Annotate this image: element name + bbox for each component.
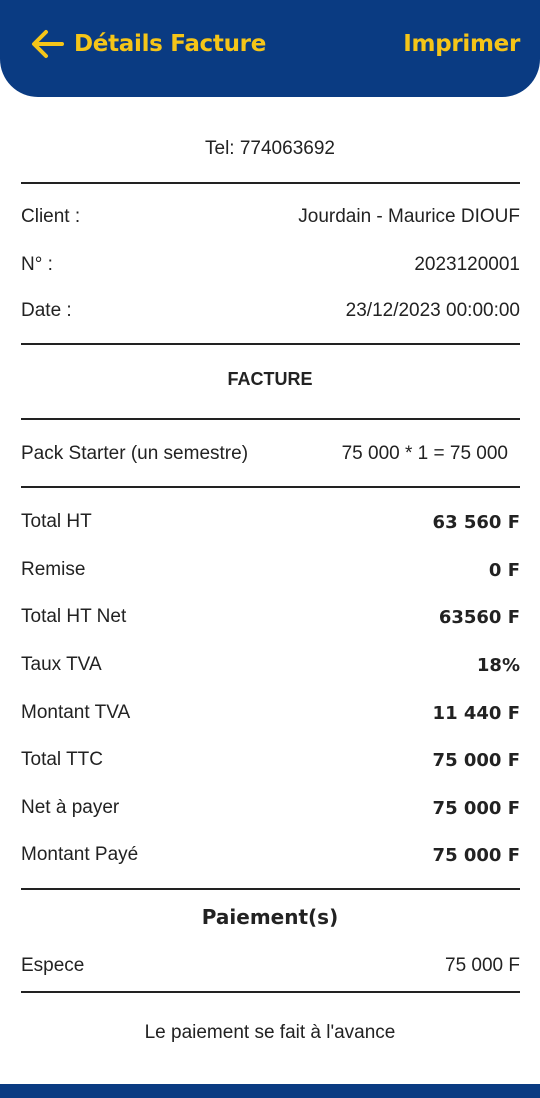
line-item-name: Pack Starter (un semestre) <box>21 443 249 464</box>
total-value: 0 F <box>488 559 520 581</box>
total-row: Net à payer 75 000 F <box>21 794 520 822</box>
total-value: 63 560 F <box>432 511 520 533</box>
date-label: Date : <box>21 300 72 321</box>
invoice-details-screen: Détails Facture Imprimer Tel: 774063692 … <box>0 0 540 1098</box>
payments-section-title: Paiement(s) <box>201 905 339 929</box>
client-value: Jourdain - Maurice DIOUF <box>298 206 520 227</box>
total-row: Montant TVA 11 440 F <box>21 699 520 727</box>
total-label: Total HT <box>21 511 92 532</box>
total-row: Taux TVA 18% <box>21 651 520 679</box>
total-value: 75 000 F <box>432 844 520 866</box>
divider <box>21 343 520 345</box>
print-button[interactable]: Imprimer <box>403 22 520 66</box>
payment-row: Espece 75 000 F <box>21 952 520 980</box>
divider <box>21 418 520 420</box>
total-label: Total TTC <box>21 749 104 770</box>
total-value: 11 440 F <box>432 702 520 724</box>
line-item-calc: 75 000 * 1 = 75 000 <box>341 443 508 464</box>
total-value: 63560 F <box>438 606 520 628</box>
number-row: N° : 2023120001 <box>21 251 520 279</box>
total-value: 18% <box>476 654 520 676</box>
total-label: Montant Payé <box>21 844 139 865</box>
total-value: 75 000 F <box>432 797 520 819</box>
divider <box>21 182 520 184</box>
date-row: Date : 23/12/2023 00:00:00 <box>21 297 520 325</box>
total-label: Taux TVA <box>21 654 102 675</box>
invoice-section-title: FACTURE <box>227 369 313 389</box>
total-label: Net à payer <box>21 797 120 818</box>
payment-note: Le paiement se fait à l'avance <box>144 1022 396 1043</box>
total-label: Total HT Net <box>21 606 127 627</box>
total-row: Total HT Net 63560 F <box>21 603 520 631</box>
total-label: Montant TVA <box>21 702 131 723</box>
total-value: 75 000 F <box>432 749 520 771</box>
total-row: Total HT 63 560 F <box>21 508 520 536</box>
client-row: Client : Jourdain - Maurice DIOUF <box>21 203 520 231</box>
number-value: 2023120001 <box>414 254 520 275</box>
divider <box>21 888 520 890</box>
total-row: Remise 0 F <box>21 556 520 584</box>
total-row: Montant Payé 75 000 F <box>21 841 520 869</box>
total-row: Total TTC 75 000 F <box>21 746 520 774</box>
divider <box>21 486 520 488</box>
total-label: Remise <box>21 559 86 580</box>
app-header: Détails Facture Imprimer <box>0 0 540 97</box>
payment-method: Espece <box>21 955 85 976</box>
number-label: N° : <box>21 254 53 275</box>
company-tel: Tel: 774063692 <box>205 138 335 159</box>
back-button[interactable]: Détails Facture <box>30 22 266 66</box>
client-label: Client : <box>21 206 81 227</box>
arrow-left-icon <box>30 29 64 59</box>
payment-amount: 75 000 F <box>445 955 520 976</box>
bottom-bar <box>0 1084 540 1098</box>
page-title: Détails Facture <box>74 31 266 57</box>
date-value: 23/12/2023 00:00:00 <box>345 300 520 321</box>
line-item: Pack Starter (un semestre) 75 000 * 1 = … <box>21 440 520 468</box>
divider <box>21 991 520 993</box>
